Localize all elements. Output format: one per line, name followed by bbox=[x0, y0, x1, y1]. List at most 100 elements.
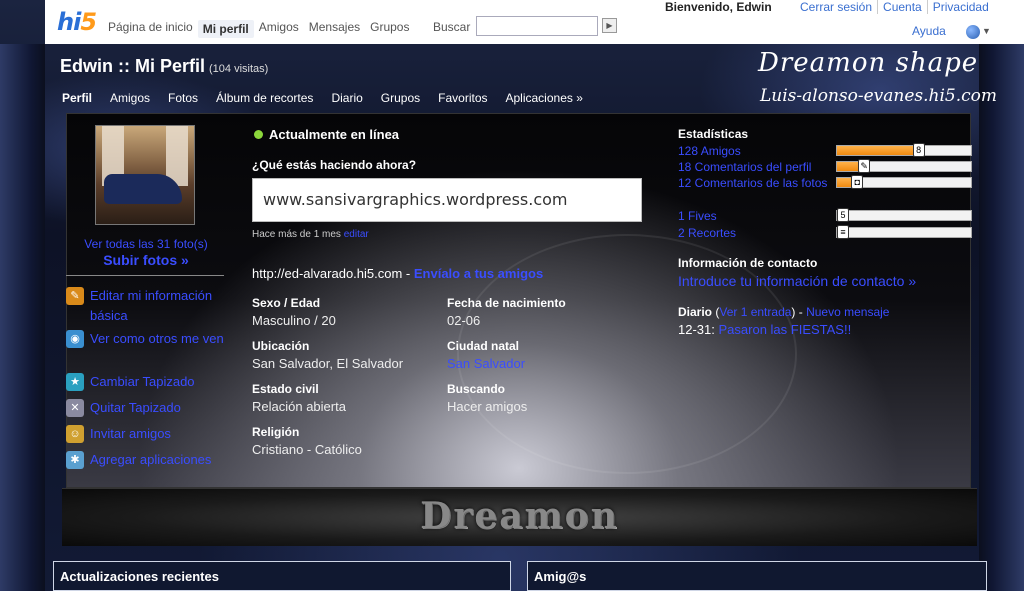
tab-diary[interactable]: Diario bbox=[331, 91, 362, 105]
camera-icon: ◘ bbox=[851, 175, 864, 189]
profile-actions: ✎ Editar mi información básica ◉ Ver com… bbox=[66, 286, 226, 476]
search-button[interactable]: ▶ bbox=[602, 18, 617, 33]
contact-info-link[interactable]: Introduce tu información de contacto » bbox=[678, 273, 916, 289]
field-relationship: Estado civil Relación abierta bbox=[252, 382, 346, 414]
field-location: Ubicación San Salvador, El Salvador bbox=[252, 339, 404, 371]
background-side-left bbox=[0, 44, 45, 591]
search-label: Buscar bbox=[433, 20, 471, 34]
stat-bar: ✎ bbox=[836, 159, 972, 173]
diary-entry-link[interactable]: Pasaron las FIESTAS!! bbox=[719, 322, 852, 337]
stat-bar: 5 bbox=[836, 208, 972, 222]
hi5-logo[interactable]: hi5 bbox=[57, 8, 97, 36]
privacy-link[interactable]: Privacidad bbox=[926, 0, 994, 14]
help-link[interactable]: Ayuda bbox=[912, 24, 946, 38]
profile-photo[interactable] bbox=[95, 125, 195, 225]
stat-bar: ≡ bbox=[836, 225, 972, 239]
account-links: Cerrar sesión Cuenta Privacidad bbox=[795, 0, 994, 14]
tab-scrapbook[interactable]: Álbum de recortes bbox=[216, 91, 313, 105]
logout-link[interactable]: Cerrar sesión bbox=[795, 0, 877, 14]
five-icon: 5 bbox=[837, 208, 849, 222]
diary-entry: 12-31: Pasaron las FIESTAS!! bbox=[678, 322, 852, 337]
profile-header: Edwin :: Mi Perfil (104 visitas) bbox=[60, 56, 268, 77]
upload-photos-link[interactable]: Subir fotos » bbox=[66, 252, 226, 268]
profile-nav: Perfil Amigos Fotos Álbum de recortes Di… bbox=[62, 91, 583, 105]
divider bbox=[66, 275, 224, 276]
stat-fill bbox=[837, 146, 918, 155]
chevron-down-icon[interactable]: ▼ bbox=[982, 26, 991, 36]
new-message-link[interactable]: Nuevo mensaje bbox=[806, 305, 889, 319]
eye-icon: ◉ bbox=[66, 330, 84, 348]
stats-title: Estadísticas bbox=[678, 127, 749, 141]
stat-bar: 8 bbox=[836, 143, 972, 157]
banner-title: Dreamon shape bbox=[758, 48, 979, 78]
friends-box: Amig@s bbox=[527, 561, 987, 591]
stat-friends-link[interactable]: 128 Amigos bbox=[678, 143, 838, 159]
field-religion: Religión Cristiano - Católico bbox=[252, 425, 362, 457]
contact-title: Información de contacto bbox=[678, 256, 818, 270]
hometown-link[interactable]: San Salvador bbox=[447, 356, 637, 371]
tab-favorites[interactable]: Favoritos bbox=[438, 91, 487, 105]
field-sex-age: Sexo / Edad Masculino / 20 bbox=[252, 296, 336, 328]
status-time: Hace más de 1 mes editar bbox=[252, 229, 369, 240]
banner-subtitle: Luis-alonso-evanes.hi5.com bbox=[760, 86, 998, 106]
nav-my-profile[interactable]: Mi perfil bbox=[197, 20, 254, 38]
tab-photos[interactable]: Fotos bbox=[168, 91, 198, 105]
search-input[interactable] bbox=[476, 16, 598, 36]
send-to-friends-link[interactable]: Envíalo a tus amigos bbox=[414, 266, 543, 281]
online-dot-icon bbox=[254, 130, 263, 139]
remove-wallpaper-link[interactable]: ✕ Quitar Tapizado bbox=[66, 398, 226, 424]
account-link[interactable]: Cuenta bbox=[877, 0, 927, 14]
add-apps-link[interactable]: ✱ Agregar aplicaciones bbox=[66, 450, 226, 476]
stat-bar: ◘ bbox=[836, 175, 972, 189]
welcome-text: Bienvenido, Edwin bbox=[665, 0, 772, 14]
stat-profile-comments-link[interactable]: 18 Comentarios del perfil bbox=[678, 159, 838, 175]
stat-marker: 8 bbox=[912, 143, 925, 157]
friends-box-title: Amig@s bbox=[534, 569, 587, 584]
stat-scraps-link[interactable]: 2 Recortes bbox=[678, 225, 838, 241]
invite-friends-link[interactable]: ☺ Invitar amigos bbox=[66, 424, 226, 450]
recent-updates-title: Actualizaciones recientes bbox=[60, 569, 219, 584]
scrap-icon: ≡ bbox=[837, 225, 849, 239]
dreamon-banner: Dreamon bbox=[62, 488, 977, 546]
status-question: ¿Qué estás haciendo ahora? bbox=[252, 158, 417, 172]
globe-icon[interactable] bbox=[966, 25, 980, 39]
status-input[interactable]: www.sansivargraphics.wordpress.com bbox=[252, 178, 642, 222]
recent-updates-box: Actualizaciones recientes bbox=[53, 561, 511, 591]
apps-icon: ✱ bbox=[66, 451, 84, 469]
top-bar: hi5 Página de inicio Mi perfil Amigos Me… bbox=[45, 0, 1024, 44]
play-arrow-icon: ▶ bbox=[606, 21, 613, 30]
tab-applications[interactable]: Aplicaciones » bbox=[506, 91, 583, 105]
pencil-icon: ✎ bbox=[66, 287, 84, 305]
edit-status-link[interactable]: editar bbox=[344, 229, 369, 240]
change-wallpaper-link[interactable]: ★ Cambiar Tapizado bbox=[66, 372, 226, 398]
stat-photo-comments-link[interactable]: 12 Comentarios de las fotos bbox=[678, 175, 838, 191]
visit-count: (104 visitas) bbox=[209, 63, 269, 75]
photo-person bbox=[104, 174, 182, 204]
top-nav: Página de inicio Mi perfil Amigos Mensaj… bbox=[103, 20, 414, 38]
online-status: Actualmente en línea bbox=[254, 127, 399, 142]
nav-groups[interactable]: Grupos bbox=[365, 20, 414, 38]
field-birthdate: Fecha de nacimiento 02-06 bbox=[447, 296, 566, 328]
tab-profile[interactable]: Perfil bbox=[62, 91, 92, 105]
nav-friends[interactable]: Amigos bbox=[254, 20, 304, 38]
star-icon: ★ bbox=[66, 373, 84, 391]
nav-home[interactable]: Página de inicio bbox=[103, 20, 198, 38]
invite-icon: ☺ bbox=[66, 425, 84, 443]
banner-logo-text: Dreamon bbox=[420, 495, 619, 537]
profile-url: http://ed-alvarado.hi5.com - Envíalo a t… bbox=[252, 266, 544, 281]
tab-friends[interactable]: Amigos bbox=[110, 91, 150, 105]
comment-icon: ✎ bbox=[858, 159, 871, 173]
diary-entries-link[interactable]: Ver 1 entrada bbox=[719, 305, 791, 319]
nav-messages[interactable]: Mensajes bbox=[304, 20, 365, 38]
field-looking-for: Buscando Hacer amigos bbox=[447, 382, 528, 414]
remove-icon: ✕ bbox=[66, 399, 84, 417]
background-side-right bbox=[979, 44, 1024, 591]
view-all-photos-link[interactable]: Ver todas las 31 foto(s) bbox=[66, 237, 226, 251]
view-as-others-link[interactable]: ◉ Ver como otros me ven bbox=[66, 329, 226, 372]
edit-info-link[interactable]: ✎ Editar mi información básica bbox=[66, 286, 226, 329]
diary-line: Diario (Ver 1 entrada) - Nuevo mensaje bbox=[678, 305, 890, 319]
tab-groups[interactable]: Grupos bbox=[381, 91, 420, 105]
stat-fives-link[interactable]: 1 Fives bbox=[678, 208, 838, 224]
page-title: Edwin :: Mi Perfil (104 visitas) bbox=[60, 56, 269, 76]
field-hometown: Ciudad natal San Salvador bbox=[447, 339, 637, 371]
